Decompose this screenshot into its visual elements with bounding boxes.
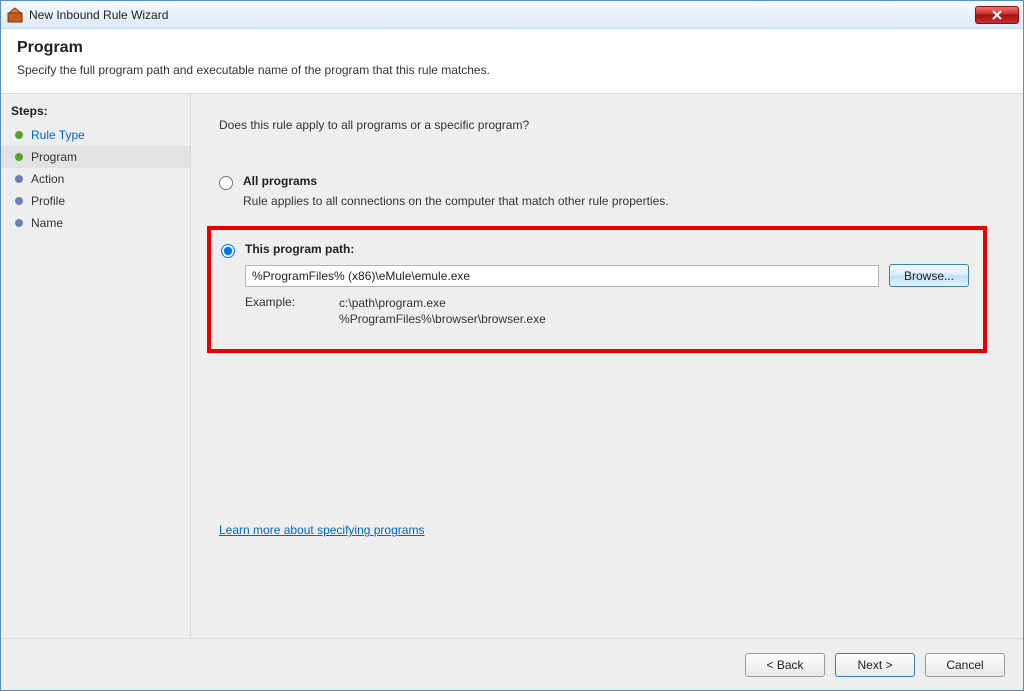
footer: < Back Next > Cancel [1,638,1023,690]
highlight-box: This program path: Browse... Example: c:… [207,226,987,353]
program-path-input[interactable] [245,265,879,287]
step-label: Profile [31,194,65,208]
bullet-icon [15,197,23,205]
step-label: Rule Type [31,128,85,142]
bullet-icon [15,219,23,227]
step-rule-type[interactable]: Rule Type [1,124,190,146]
bullet-icon [15,153,23,161]
step-program[interactable]: Program [1,146,190,168]
cancel-button[interactable]: Cancel [925,653,1005,677]
radio-label-path: This program path: [245,242,354,256]
app-icon [7,7,23,23]
example-line-1: c:\path\program.exe [339,295,546,311]
titlebar: New Inbound Rule Wizard [1,1,1023,29]
wizard-window: New Inbound Rule Wizard Program Specify … [0,0,1024,691]
program-path-row: Browse... [245,264,969,287]
back-button[interactable]: < Back [745,653,825,677]
option-all-desc: Rule applies to all connections on the c… [243,194,995,208]
header-panel: Program Specify the full program path an… [1,29,1023,94]
close-button[interactable] [975,6,1019,24]
radio-label-all: All programs [243,174,317,188]
example-line-2: %ProgramFiles%\browser\browser.exe [339,311,546,327]
steps-sidebar: Steps: Rule Type Program Action Profile … [1,94,191,638]
example-row: Example: c:\path\program.exe %ProgramFil… [245,295,969,327]
bullet-icon [15,131,23,139]
option-this-program[interactable]: This program path: [221,242,969,258]
step-name[interactable]: Name [1,212,190,234]
example-lines: c:\path\program.exe %ProgramFiles%\brows… [339,295,546,327]
page-subtitle: Specify the full program path and execut… [17,63,1007,77]
next-button[interactable]: Next > [835,653,915,677]
steps-heading: Steps: [1,102,190,124]
step-label: Name [31,216,63,230]
body: Steps: Rule Type Program Action Profile … [1,94,1023,638]
step-label: Program [31,150,77,164]
example-label: Example: [245,295,295,327]
question-text: Does this rule apply to all programs or … [219,118,995,132]
option-all-programs[interactable]: All programs [219,174,995,190]
page-title: Program [17,39,1007,57]
step-profile[interactable]: Profile [1,190,190,212]
window-title: New Inbound Rule Wizard [29,8,975,22]
browse-button[interactable]: Browse... [889,264,969,287]
radio-all-programs[interactable] [219,176,233,190]
close-icon [992,10,1002,20]
content-panel: Does this rule apply to all programs or … [191,94,1023,638]
step-action[interactable]: Action [1,168,190,190]
learn-more-link[interactable]: Learn more about specifying programs [219,523,424,537]
bullet-icon [15,175,23,183]
radio-this-program[interactable] [221,244,235,258]
step-label: Action [31,172,64,186]
